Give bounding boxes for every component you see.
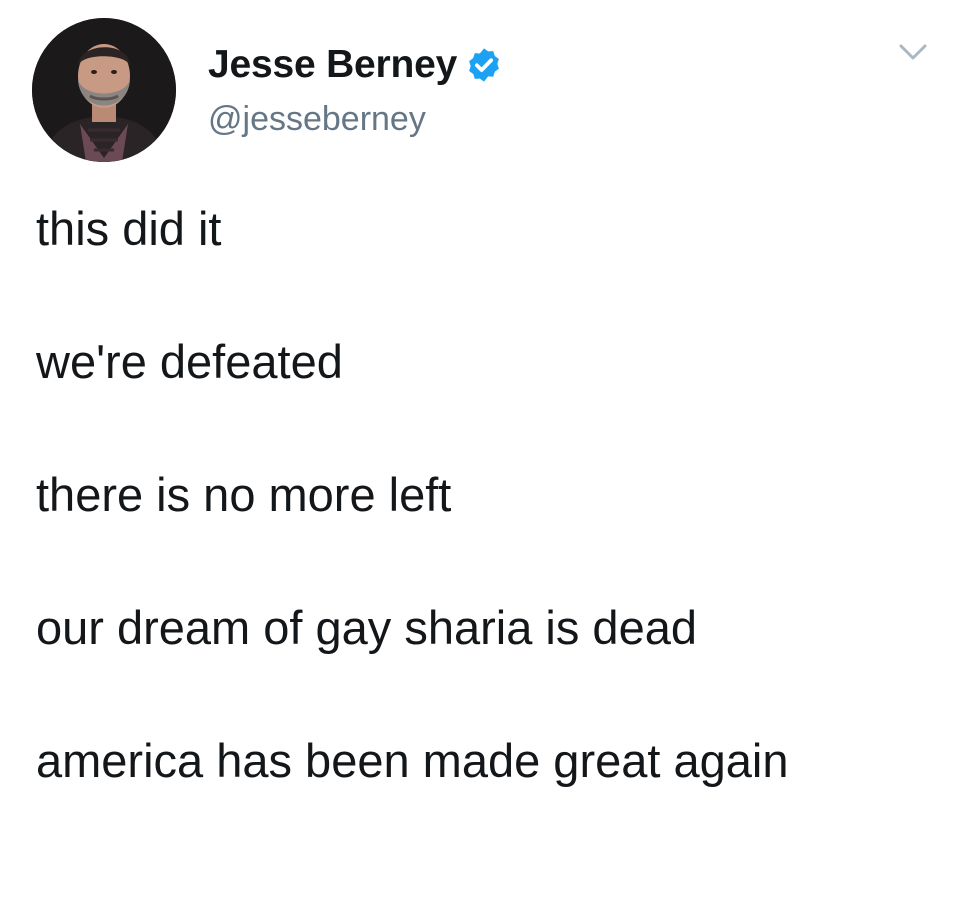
tweet-paragraph: our dream of gay sharia is dead xyxy=(36,601,697,654)
author-name-row: Jesse Berney xyxy=(208,40,503,90)
tweet-paragraph: america has been made great again xyxy=(36,734,789,787)
tweet-paragraph: this did it xyxy=(36,202,222,255)
tweet-card: Jesse Berney @jesseberney this did it we… xyxy=(0,0,960,920)
verified-badge-icon xyxy=(465,46,503,84)
avatar-photo-icon xyxy=(32,18,176,162)
chevron-down-icon[interactable] xyxy=(896,38,930,66)
tweet-paragraph: we're defeated xyxy=(36,335,343,388)
author-display-name[interactable]: Jesse Berney xyxy=(208,43,457,87)
tweet-paragraph: there is no more left xyxy=(36,468,452,521)
tweet-text: this did it we're defeated there is no m… xyxy=(36,200,936,790)
author-avatar[interactable] xyxy=(32,18,176,162)
author-handle[interactable]: @jesseberney xyxy=(208,100,426,139)
